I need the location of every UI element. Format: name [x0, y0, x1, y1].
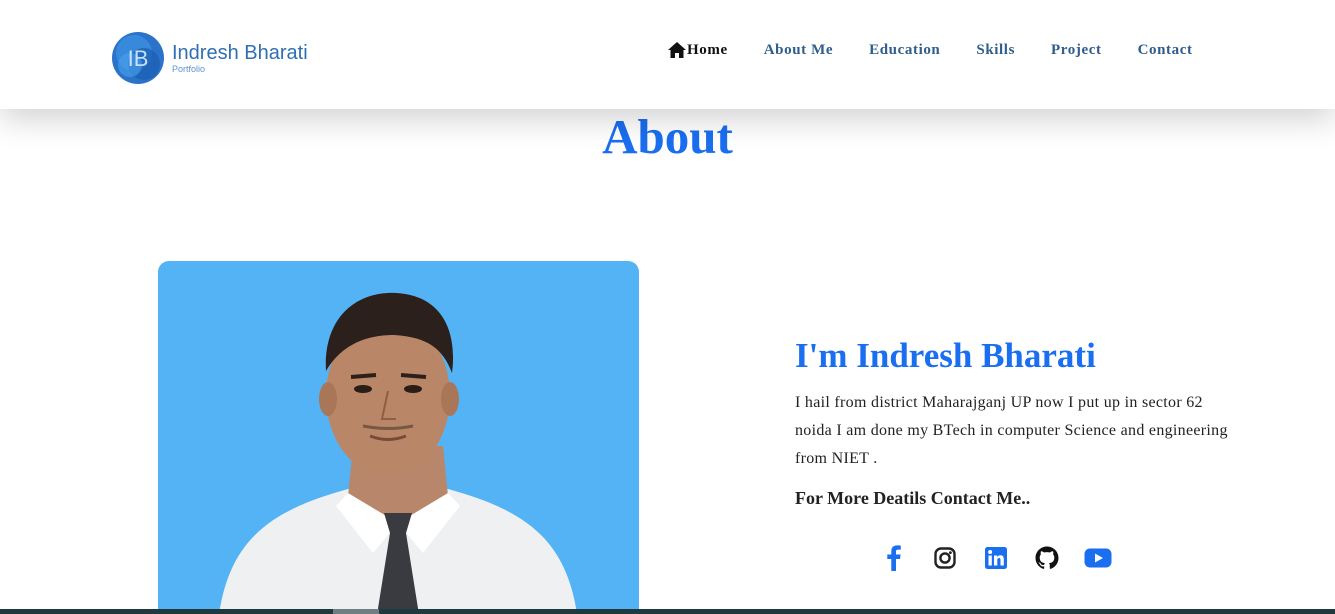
nav-item-home[interactable]: Home [668, 41, 728, 59]
contact-prompt: For More Deatils Contact Me.. [795, 488, 1031, 508]
navbar: IB Indresh Bharati Portfolio Home About … [0, 0, 1335, 109]
brand[interactable]: IB Indresh Bharati Portfolio [110, 31, 308, 85]
nav-item-project[interactable]: Project [1051, 41, 1102, 59]
intro-heading: I'm Indresh Bharati [795, 336, 1096, 375]
brand-name: Indresh Bharati [172, 42, 308, 64]
github-icon[interactable] [1033, 544, 1061, 572]
nav-item-skills[interactable]: Skills [976, 41, 1015, 59]
instagram-icon[interactable] [931, 544, 959, 572]
intro-description: I hail from district Maharajganj UP now … [795, 394, 1228, 467]
nav-item-about-me[interactable]: About Me [764, 41, 833, 59]
youtube-icon[interactable] [1084, 544, 1112, 572]
main-nav: Home About Me Education Skills Project C… [668, 41, 1229, 59]
nav-item-contact[interactable]: Contact [1138, 41, 1193, 59]
logo-icon: IB [110, 31, 166, 85]
section-title: About [602, 109, 733, 164]
social-links [880, 544, 1135, 572]
logo-letters: IB [128, 46, 149, 71]
bottom-scrollbar[interactable] [0, 609, 1335, 614]
profile-photo [158, 261, 639, 614]
nav-item-education[interactable]: Education [869, 41, 940, 59]
nav-item-label: Home [687, 41, 728, 58]
home-icon [668, 42, 686, 58]
brand-subtitle: Portfolio [172, 64, 206, 74]
facebook-icon[interactable] [880, 544, 908, 572]
scrollbar-thumb[interactable] [333, 609, 379, 614]
linkedin-icon[interactable] [982, 544, 1010, 572]
